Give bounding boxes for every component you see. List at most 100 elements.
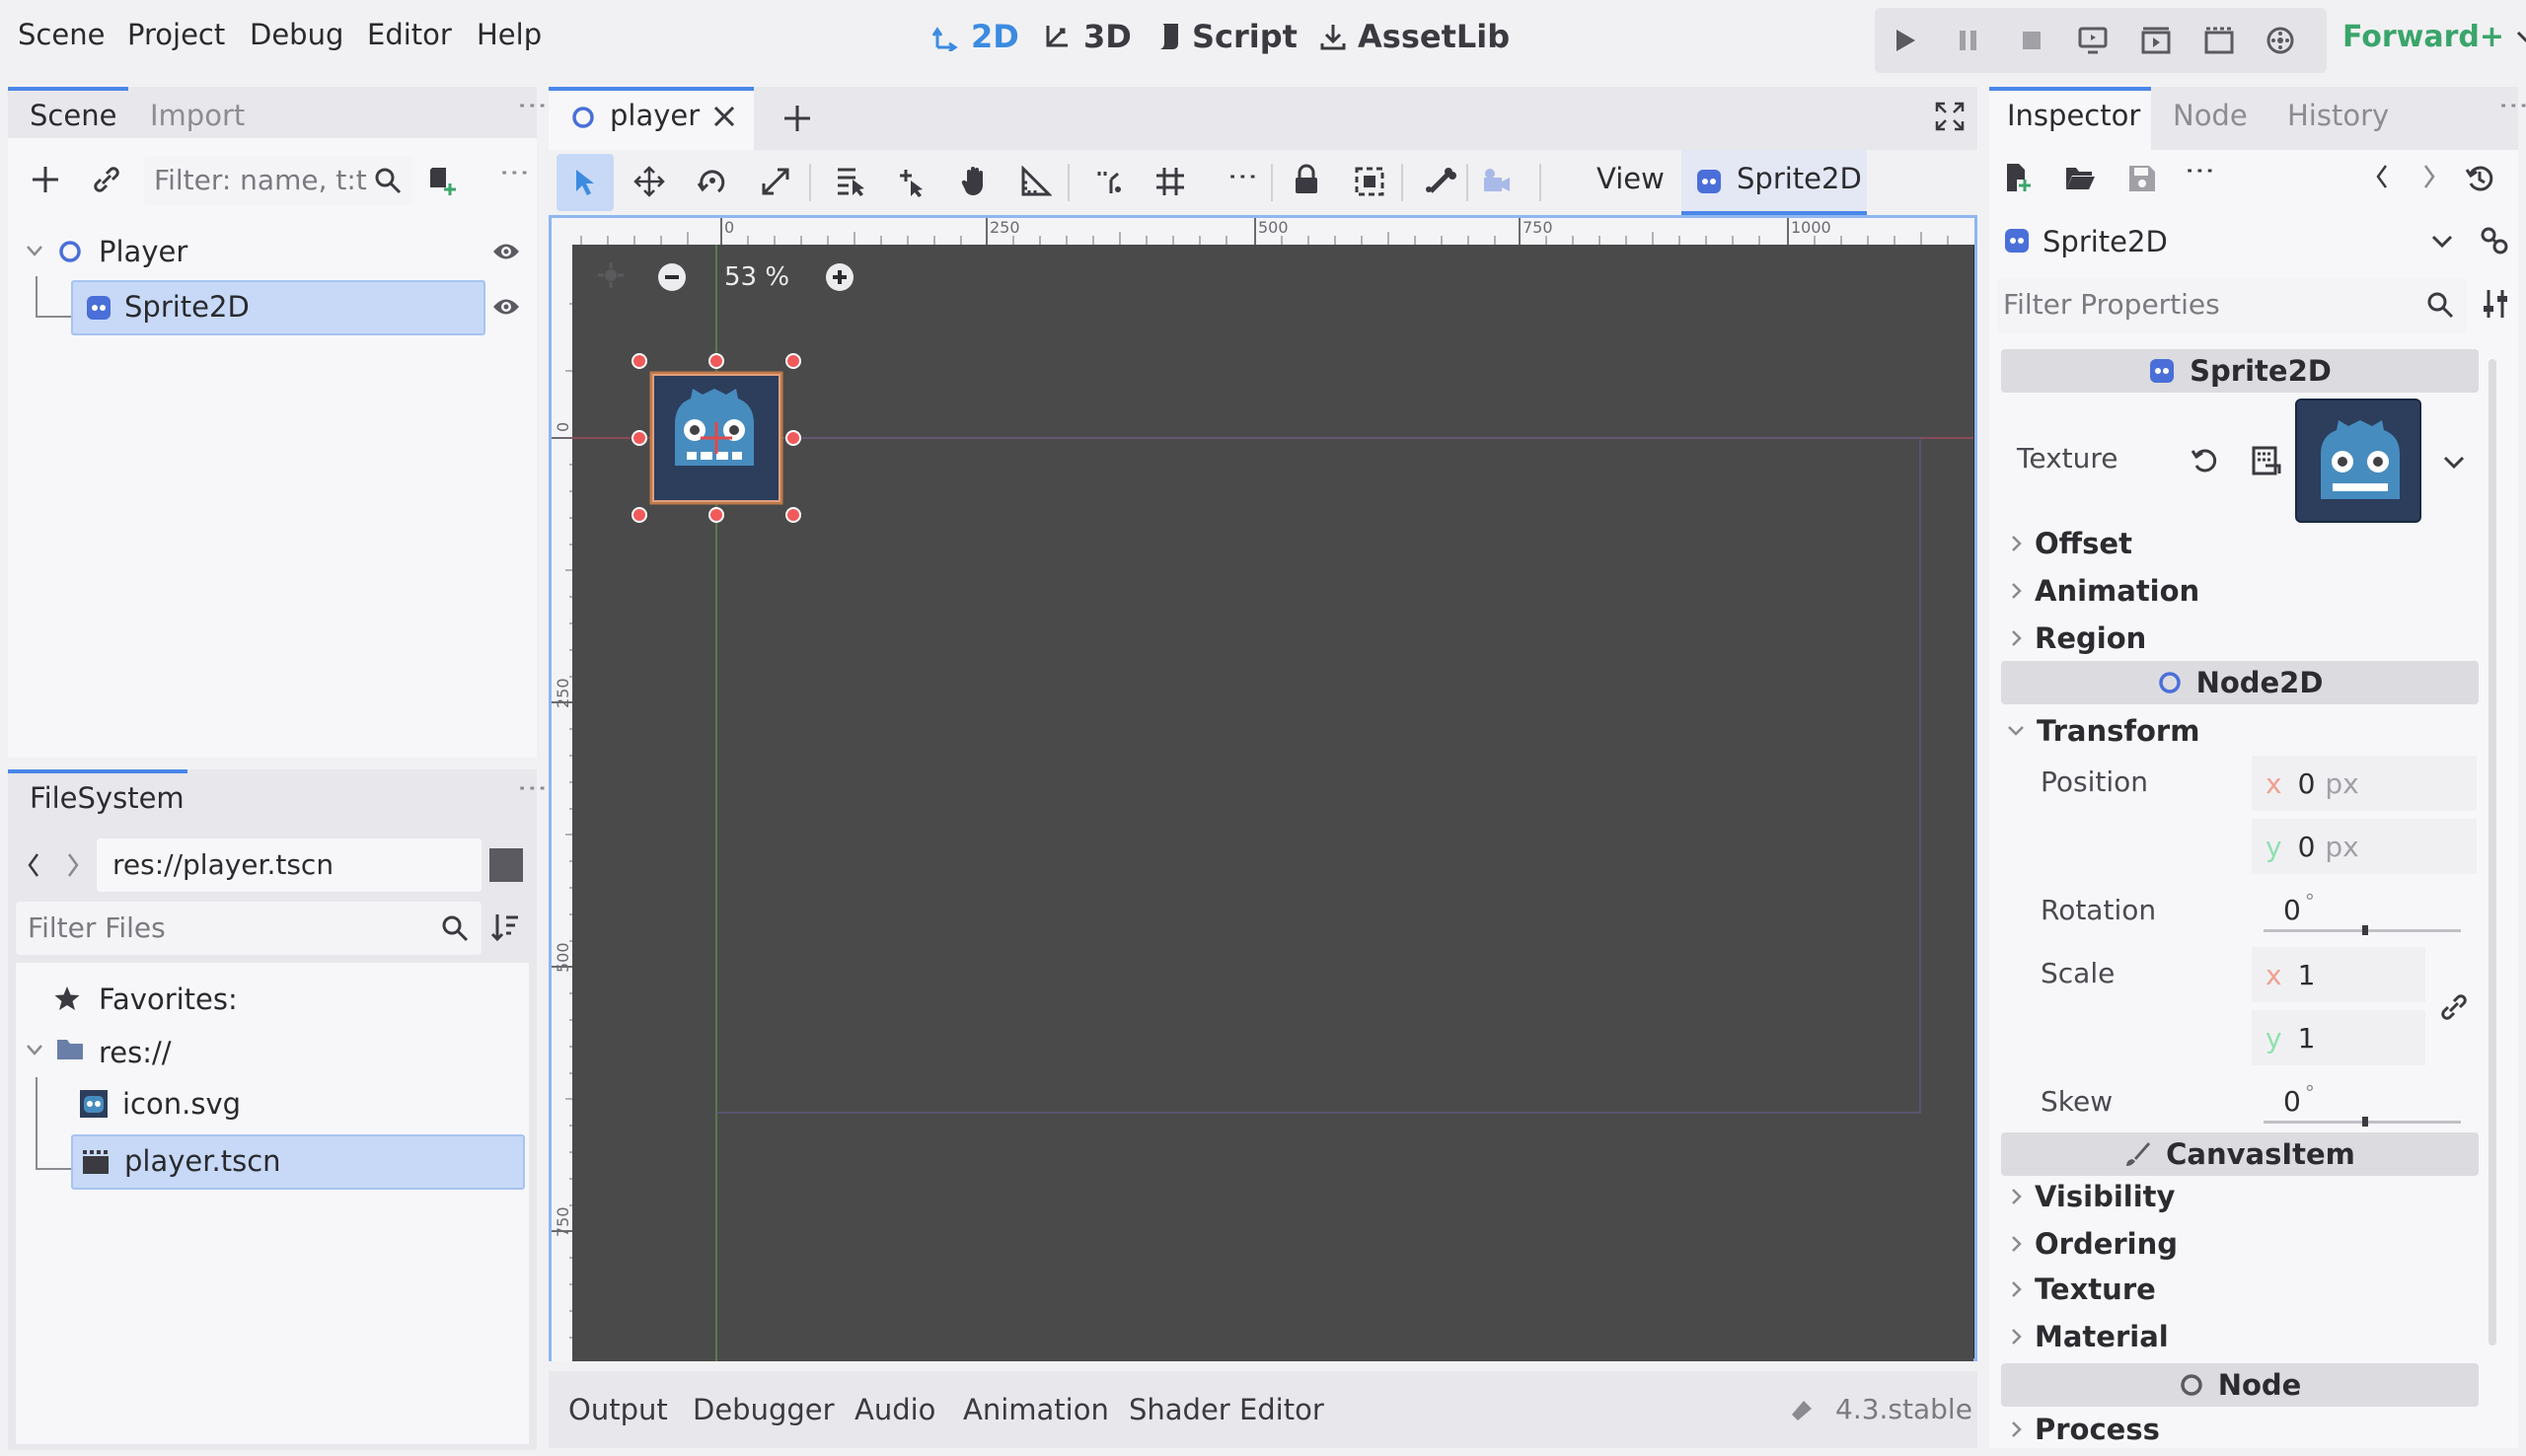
play-custom-scene-icon[interactable]: [2189, 8, 2250, 73]
group-ordering[interactable]: Ordering: [2011, 1227, 2178, 1261]
scale-x-field[interactable]: x 1: [2252, 947, 2425, 1002]
add-scene-tab-icon[interactable]: [781, 103, 813, 134]
visibility-eye-icon[interactable]: [491, 296, 521, 318]
renderer-selector[interactable]: Forward+: [2342, 20, 2526, 54]
play-icon[interactable]: [1875, 8, 1936, 73]
skew-slider-handle[interactable]: [2362, 1117, 2368, 1127]
workspace-3d-button[interactable]: 3D: [1044, 18, 1132, 55]
rotate-mode-icon[interactable]: [697, 166, 728, 197]
new-resource-icon[interactable]: [2003, 162, 2033, 193]
save-icon[interactable]: [2127, 164, 2157, 193]
sprite2d-menu-button[interactable]: Sprite2D: [1681, 150, 1867, 215]
inspector-scrollbar[interactable]: [2489, 359, 2496, 1346]
workspace-2d-button[interactable]: 2D: [931, 18, 1019, 55]
bone-icon[interactable]: [1425, 166, 1456, 197]
collapse-arrow-icon[interactable]: [26, 1044, 43, 1057]
distraction-free-icon[interactable]: [1934, 101, 1966, 132]
rotation-slider-handle[interactable]: [2362, 925, 2368, 935]
zoom-out-icon[interactable]: [657, 262, 687, 292]
res-folder[interactable]: res://: [99, 1036, 172, 1069]
chevron-down-icon[interactable]: [2443, 456, 2465, 470]
bottom-tab-animation[interactable]: Animation: [963, 1393, 1109, 1426]
link-icon[interactable]: [91, 164, 122, 195]
section-node2d[interactable]: Node2D: [2001, 661, 2479, 704]
tree-node-sprite2d[interactable]: Sprite2D: [71, 280, 485, 335]
section-sprite2d[interactable]: Sprite2D: [2001, 349, 2479, 393]
menu-help[interactable]: Help: [477, 18, 542, 51]
group-material[interactable]: Material: [2011, 1320, 2169, 1353]
group-visibility[interactable]: Visibility: [2011, 1180, 2175, 1213]
filter-files-input[interactable]: Filter Files: [16, 902, 482, 955]
smart-snap-icon[interactable]: [1093, 166, 1125, 197]
bottom-tab-audio[interactable]: Audio: [854, 1393, 935, 1426]
dock-menu-icon[interactable]: ⋮: [515, 91, 550, 118]
add-node-icon[interactable]: [30, 164, 61, 195]
tab-node[interactable]: Node: [2173, 99, 2248, 132]
scale-mode-icon[interactable]: [760, 166, 791, 197]
object-selector[interactable]: Sprite2D: [1997, 215, 2467, 268]
open-folder-icon[interactable]: [2064, 164, 2096, 191]
tab-inspector[interactable]: Inspector: [2007, 99, 2140, 132]
menu-project[interactable]: Project: [127, 18, 225, 51]
property-options-icon[interactable]: [2481, 288, 2510, 320]
group-texture[interactable]: Texture: [2011, 1273, 2156, 1306]
scene-tab-player[interactable]: player: [549, 87, 754, 150]
pause-icon[interactable]: [1938, 8, 1999, 73]
rotation-slider[interactable]: 0 °: [2264, 882, 2461, 937]
update-spinner-icon[interactable]: [1786, 1395, 1816, 1424]
bottom-tab-debugger[interactable]: Debugger: [693, 1393, 835, 1426]
instantiate-scene-icon[interactable]: [426, 164, 460, 197]
movie-maker-icon[interactable]: [2250, 8, 2311, 73]
group-icon[interactable]: [1354, 166, 1385, 197]
resource-menu-icon[interactable]: ⋮: [2183, 156, 2217, 183]
visibility-eye-icon[interactable]: [491, 241, 521, 262]
section-canvasitem[interactable]: CanvasItem: [2001, 1132, 2479, 1176]
position-y-field[interactable]: y 0 px: [2252, 819, 2477, 874]
tab-scene[interactable]: Scene: [30, 99, 116, 132]
group-process[interactable]: Process: [2011, 1413, 2160, 1446]
tab-history[interactable]: History: [2287, 99, 2389, 132]
move-mode-icon[interactable]: [633, 166, 665, 197]
lock-icon[interactable]: [1293, 164, 1320, 195]
path-field[interactable]: res://player.tscn: [97, 838, 482, 892]
revert-icon[interactable]: [2191, 446, 2220, 475]
menu-editor[interactable]: Editor: [367, 18, 452, 51]
texture-preview-icon[interactable]: [2252, 446, 2281, 475]
close-icon[interactable]: [712, 105, 736, 128]
history-back-icon[interactable]: [2374, 164, 2390, 189]
bottom-tab-shader-editor[interactable]: Shader Editor: [1129, 1393, 1324, 1426]
grid-snap-icon[interactable]: [1154, 166, 1186, 197]
zoom-in-icon[interactable]: [825, 262, 854, 292]
tab-filesystem[interactable]: FileSystem: [30, 781, 185, 815]
dock-menu-icon[interactable]: ⋮: [2496, 91, 2526, 118]
texture-thumbnail[interactable]: [2295, 399, 2421, 523]
list-select-icon[interactable]: [835, 166, 866, 197]
pan-mode-icon[interactable]: [959, 164, 991, 197]
play-scene-icon[interactable]: [2125, 8, 2187, 73]
position-x-field[interactable]: x 0 px: [2252, 756, 2477, 811]
scene-filter-input[interactable]: Filter: name, t:t: [144, 156, 412, 205]
group-transform[interactable]: Transform: [2007, 714, 2199, 748]
file-player-tscn[interactable]: player.tscn: [71, 1134, 525, 1190]
workspace-assetlib-button[interactable]: AssetLib: [1318, 18, 1510, 55]
skew-slider[interactable]: 0 °: [2264, 1073, 2461, 1128]
dock-menu-icon[interactable]: ⋮: [515, 773, 550, 801]
group-animation[interactable]: Animation: [2011, 574, 2199, 608]
version-label[interactable]: 4.3.stable: [1835, 1393, 1972, 1425]
tab-import[interactable]: Import: [150, 99, 245, 132]
collapse-arrow-icon[interactable]: [26, 245, 43, 258]
filter-properties-input[interactable]: Filter Properties: [1997, 278, 2467, 333]
stop-icon[interactable]: [2001, 8, 2062, 73]
pivot-mode-icon[interactable]: [896, 166, 928, 197]
ruler-mode-icon[interactable]: [1020, 166, 1052, 197]
back-arrow-icon[interactable]: [26, 852, 41, 878]
section-node[interactable]: Node: [2001, 1363, 2479, 1407]
zoom-level[interactable]: 53 %: [724, 262, 789, 292]
scale-y-field[interactable]: y 1: [2252, 1010, 2425, 1065]
forward-arrow-icon[interactable]: [65, 852, 81, 878]
ruler-horizontal[interactable]: 0 250 500 750 1000: [552, 218, 1974, 245]
remote-debug-icon[interactable]: [2062, 8, 2123, 73]
group-offset[interactable]: Offset: [2011, 527, 2132, 560]
group-region[interactable]: Region: [2011, 621, 2146, 655]
node-config-icon[interactable]: [2479, 225, 2510, 256]
